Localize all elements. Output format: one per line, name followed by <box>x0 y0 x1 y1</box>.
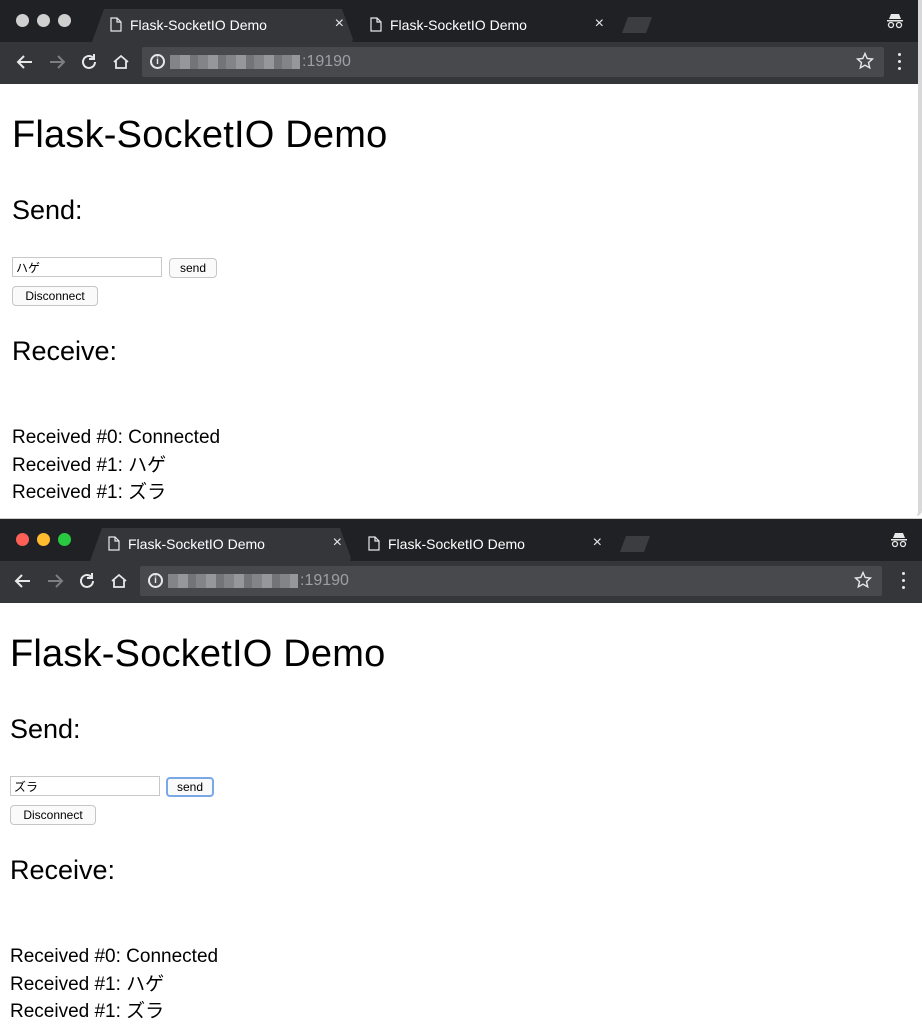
log-line: Received #0: Connected <box>10 946 219 967</box>
page-title: Flask-SocketIO Demo <box>10 633 386 675</box>
minimize-window-button[interactable] <box>37 14 50 27</box>
log-line: Received #1: ズラ <box>10 1001 165 1022</box>
file-icon <box>368 536 380 551</box>
close-tab-icon[interactable]: × <box>595 15 604 33</box>
log-line: Received #0: Connected <box>12 427 221 448</box>
blurred-host <box>170 55 300 69</box>
close-tab-icon[interactable]: × <box>335 15 344 33</box>
window-controls <box>16 533 71 546</box>
info-icon[interactable]: i <box>150 54 165 69</box>
log-line: Received #1: ハゲ <box>12 454 167 476</box>
home-icon[interactable] <box>108 570 130 592</box>
send-heading: Send: <box>12 195 83 225</box>
incognito-icon <box>891 533 907 548</box>
incognito-icon <box>887 14 903 29</box>
zoom-window-button[interactable] <box>58 533 71 546</box>
url-text: :19190 <box>300 572 349 589</box>
info-icon[interactable]: i <box>148 573 163 588</box>
tab-2[interactable]: Flask-SocketIO Demo × <box>350 528 612 561</box>
send-button[interactable]: send <box>169 258 217 278</box>
file-icon <box>370 17 382 32</box>
address-bar[interactable]: i :19190 <box>142 47 884 77</box>
tab-title: Flask-SocketIO Demo <box>390 17 527 33</box>
window-controls <box>16 14 71 27</box>
menu-kebab-icon[interactable] <box>902 572 906 590</box>
reload-icon[interactable] <box>76 570 98 592</box>
message-input[interactable] <box>12 257 162 277</box>
file-icon <box>108 536 120 551</box>
tab-1[interactable]: Flask-SocketIO Demo × <box>92 9 354 42</box>
forward-arrow-icon[interactable] <box>44 570 66 592</box>
address-bar[interactable]: i :19190 <box>140 566 882 596</box>
new-tab-button[interactable] <box>620 536 650 552</box>
zoom-window-button[interactable] <box>58 14 71 27</box>
log-line: Received #1: ハゲ <box>10 973 165 995</box>
send-heading: Send: <box>10 714 81 744</box>
home-icon[interactable] <box>110 51 132 73</box>
tab-title: Flask-SocketIO Demo <box>388 536 525 552</box>
log-line: Received #1: ズラ <box>12 482 167 503</box>
url-text: :19190 <box>302 53 351 70</box>
disconnect-button[interactable]: Disconnect <box>10 805 96 825</box>
page-title: Flask-SocketIO Demo <box>12 114 388 156</box>
file-icon <box>110 17 122 32</box>
forward-arrow-icon[interactable] <box>46 51 68 73</box>
receive-heading: Receive: <box>12 336 118 366</box>
disconnect-button[interactable]: Disconnect <box>12 286 98 306</box>
minimize-window-button[interactable] <box>37 533 50 546</box>
tab-title: Flask-SocketIO Demo <box>130 17 267 33</box>
star-icon[interactable] <box>856 52 874 70</box>
reload-icon[interactable] <box>78 51 100 73</box>
tab-2[interactable]: Flask-SocketIO Demo × <box>352 9 614 42</box>
back-arrow-icon[interactable] <box>12 570 34 592</box>
browser-toolbar: i :19190 <box>0 42 918 84</box>
browser-window-1: Flask-SocketIO Demo × Flask-SocketIO Dem… <box>0 0 922 516</box>
close-window-button[interactable] <box>16 14 29 27</box>
browser-toolbar: i :19190 <box>0 561 922 603</box>
browser-window-2: Flask-SocketIO Demo × Flask-SocketIO Dem… <box>0 518 922 1025</box>
page-content: Flask-SocketIO Demo Send: send Disconnec… <box>0 84 918 516</box>
star-icon[interactable] <box>854 571 872 589</box>
receive-heading: Receive: <box>10 855 116 885</box>
tab-strip: Flask-SocketIO Demo × Flask-SocketIO Dem… <box>0 519 922 561</box>
close-window-button[interactable] <box>16 533 29 546</box>
tab-1[interactable]: Flask-SocketIO Demo × <box>90 528 352 561</box>
page-content: Flask-SocketIO Demo Send: send Disconnec… <box>0 603 922 1025</box>
new-tab-button[interactable] <box>622 17 652 33</box>
send-button[interactable]: send <box>166 777 214 797</box>
receive-log: Received #0: Connected Received #1: ハゲ R… <box>10 943 218 1025</box>
tab-strip: Flask-SocketIO Demo × Flask-SocketIO Dem… <box>0 0 918 42</box>
blurred-host <box>168 574 298 588</box>
message-input[interactable] <box>10 776 160 796</box>
menu-kebab-icon[interactable] <box>898 53 902 71</box>
close-tab-icon[interactable]: × <box>593 534 602 552</box>
back-arrow-icon[interactable] <box>14 51 36 73</box>
close-tab-icon[interactable]: × <box>333 534 342 552</box>
receive-log: Received #0: Connected Received #1: ハゲ R… <box>12 424 220 507</box>
tab-title: Flask-SocketIO Demo <box>128 536 265 552</box>
